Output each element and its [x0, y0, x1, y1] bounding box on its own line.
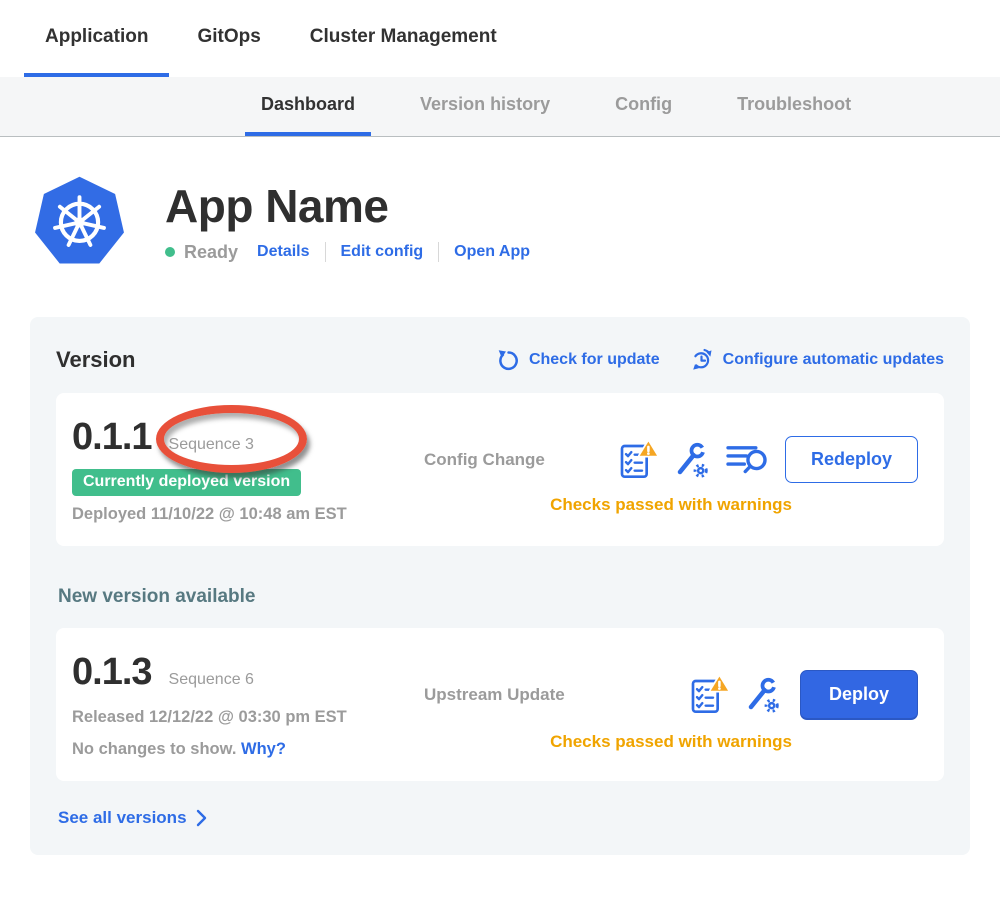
open-app-link[interactable]: Open App — [454, 243, 530, 261]
chevron-right-icon — [196, 809, 207, 827]
app-header: App Name Ready Details Edit config Open … — [0, 137, 1000, 267]
kubernetes-logo-icon — [33, 174, 126, 267]
available-sequence-label: Sequence 6 — [169, 671, 254, 689]
currently-deployed-badge: Currently deployed version — [72, 469, 301, 496]
config-wrench-icon[interactable] — [672, 440, 712, 480]
status-dot-icon — [165, 247, 175, 257]
secondary-nav: Dashboard Version history Config Trouble… — [0, 77, 1000, 137]
deployed-timestamp: Deployed 11/10/22 @ 10:48 am EST — [72, 505, 424, 524]
no-changes-text: No changes to show. — [72, 740, 236, 758]
released-timestamp: Released 12/12/22 @ 03:30 pm EST — [72, 708, 424, 727]
config-wrench-icon[interactable] — [743, 675, 783, 715]
tab-version-history[interactable]: Version history — [404, 77, 566, 136]
edit-config-link[interactable]: Edit config — [341, 243, 424, 261]
tab-dashboard[interactable]: Dashboard — [245, 77, 371, 136]
clock-auto-update-icon — [690, 348, 714, 372]
deployed-source-label: Config Change — [424, 450, 545, 470]
version-panel-title: Version — [56, 347, 135, 373]
divider — [325, 242, 326, 262]
deployed-version-number: 0.1.1 — [72, 416, 152, 459]
page-title: App Name — [165, 179, 530, 233]
status-badge: Ready — [184, 242, 238, 263]
deploy-button[interactable]: Deploy — [800, 670, 918, 720]
redeploy-button[interactable]: Redeploy — [785, 436, 918, 483]
refresh-icon — [497, 349, 520, 372]
why-link[interactable]: Why? — [241, 740, 286, 758]
deployed-checks-status: Checks passed with warnings — [424, 495, 918, 515]
view-diff-icon[interactable] — [726, 442, 768, 478]
new-version-heading: New version available — [58, 586, 944, 608]
tab-config[interactable]: Config — [599, 77, 688, 136]
preflight-checks-warning-icon[interactable] — [618, 440, 658, 480]
version-panel: Version Check for update — [30, 317, 970, 855]
tab-troubleshoot[interactable]: Troubleshoot — [721, 77, 867, 136]
tab-cluster-management[interactable]: Cluster Management — [289, 0, 518, 77]
deployed-sequence-label: Sequence 3 — [169, 436, 254, 454]
details-link[interactable]: Details — [257, 243, 309, 261]
available-version-card: 0.1.3 Sequence 6 Released 12/12/22 @ 03:… — [56, 628, 944, 781]
deployed-version-card: 0.1.1 Sequence 3 Currently deployed vers… — [56, 393, 944, 546]
see-all-versions-link[interactable]: See all versions — [58, 808, 207, 828]
primary-nav: Application GitOps Cluster Management — [0, 0, 1000, 77]
configure-automatic-updates-link[interactable]: Configure automatic updates — [690, 348, 944, 372]
tab-application[interactable]: Application — [24, 0, 169, 77]
available-source-label: Upstream Update — [424, 685, 565, 705]
check-for-update-link[interactable]: Check for update — [497, 349, 660, 372]
divider — [438, 242, 439, 262]
tab-gitops[interactable]: GitOps — [176, 0, 281, 77]
available-version-number: 0.1.3 — [72, 651, 152, 694]
preflight-checks-warning-icon[interactable] — [689, 675, 729, 715]
available-checks-status: Checks passed with warnings — [424, 732, 918, 752]
